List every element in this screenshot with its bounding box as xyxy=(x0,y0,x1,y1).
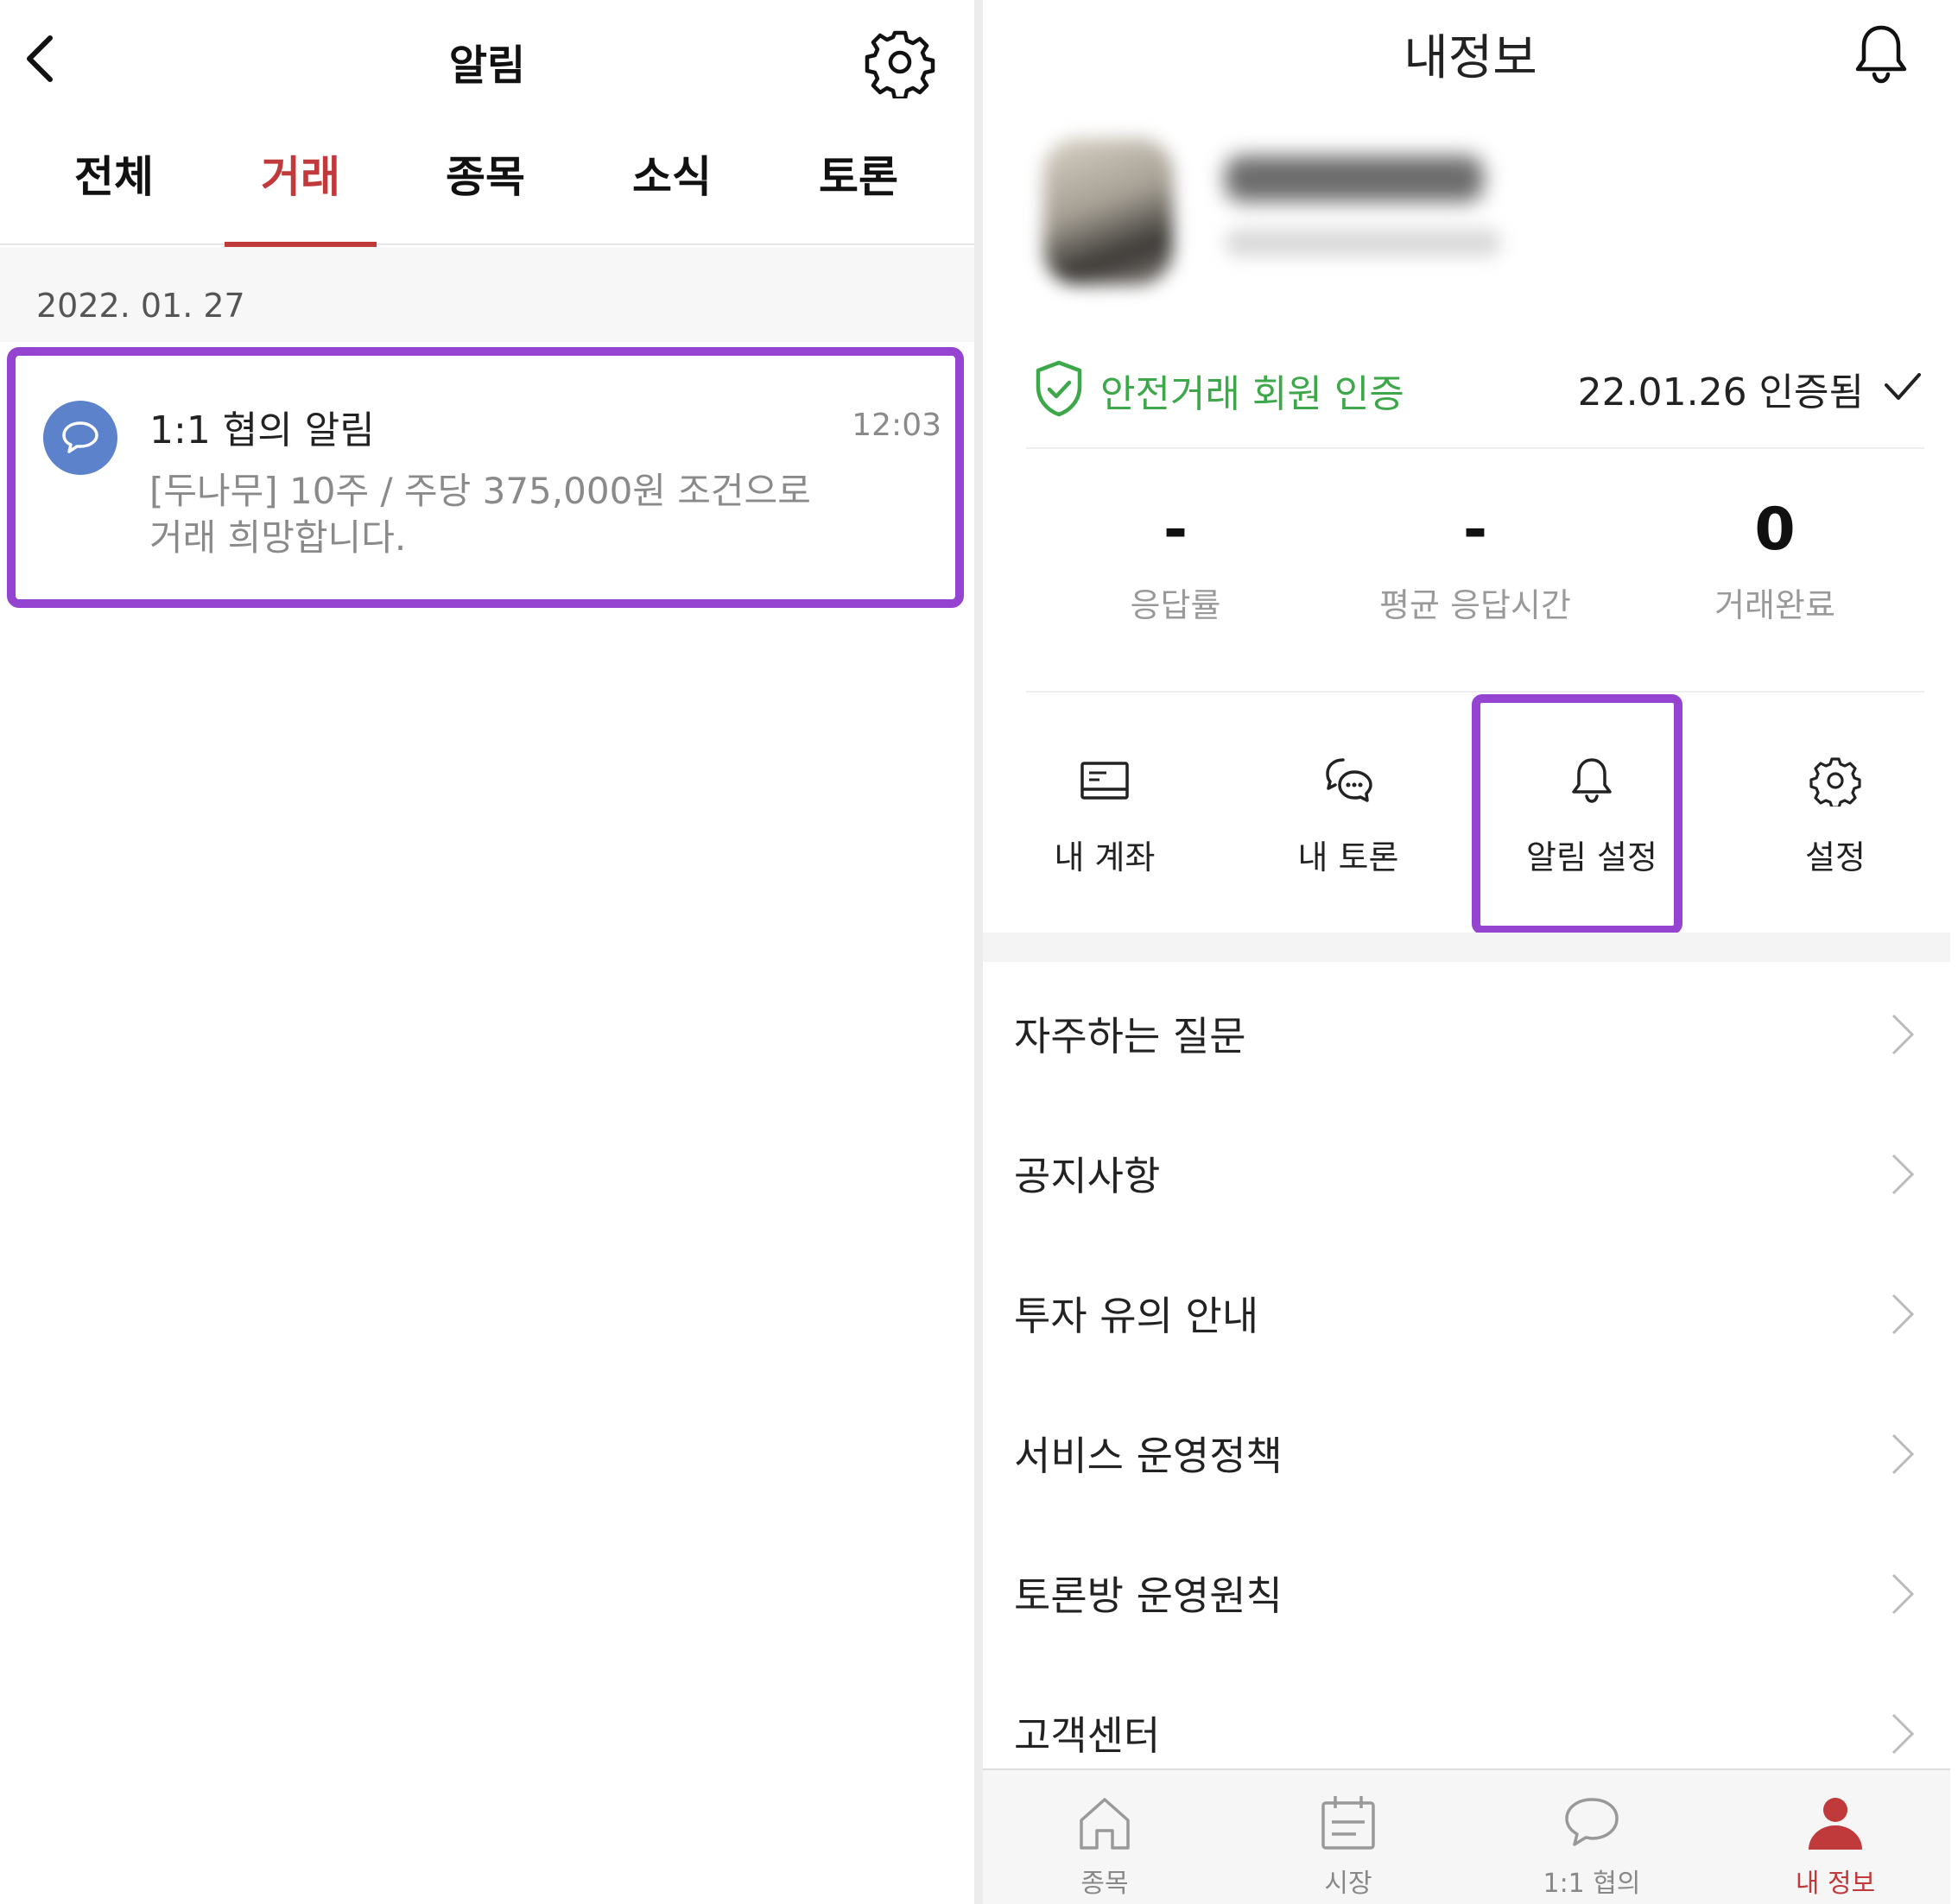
gear-icon xyxy=(1809,757,1861,807)
chevron-right-icon xyxy=(1891,1294,1915,1335)
chat-bubble-icon xyxy=(1565,1798,1619,1846)
notification-body-line: 거래 희망합니다. xyxy=(149,516,407,559)
menu-label: 공지사항 xyxy=(1014,1153,1161,1199)
settings-button[interactable]: 설정 xyxy=(1714,694,1957,933)
shortcut-label: 내 계좌 xyxy=(1054,838,1156,876)
stat-label: 거래완료 xyxy=(1714,586,1835,624)
notification-body: [두나무] 10주 / 주당 375,000원 조건으로 거래 희망합니다. xyxy=(149,468,858,561)
person-icon xyxy=(1809,1798,1862,1850)
chevron-right-icon xyxy=(1891,1573,1915,1615)
tab-label: 1:1 협의 xyxy=(1543,1869,1641,1899)
stat-value: 0 xyxy=(1754,496,1796,564)
menu-item-discussion-rules[interactable]: 토론방 운영원칙 xyxy=(983,1521,1950,1661)
tab-all[interactable]: 전체 xyxy=(36,121,192,245)
bell-icon xyxy=(1572,758,1612,803)
stat-value: - xyxy=(1462,496,1488,564)
notification-time: 12:03 xyxy=(852,408,941,443)
verification-date: 22.01.26 인증됨 xyxy=(1577,370,1864,414)
notification-avatar xyxy=(43,401,117,475)
trade-stats: - 응답률 - 평균 응답시간 0 거래완료 xyxy=(1026,466,1924,693)
calendar-icon xyxy=(1321,1796,1375,1850)
safe-trade-verification[interactable]: 안전거래 회원 인증 22.01.26 인증됨 xyxy=(1026,345,1924,449)
notification-title: 1:1 협의 알림 xyxy=(149,408,375,452)
tab-market[interactable]: 시장 xyxy=(1226,1770,1470,1904)
stat-label: 평균 응답시간 xyxy=(1379,586,1571,624)
menu-label: 고객센터 xyxy=(1014,1712,1161,1759)
menu-label: 토론방 운영원칙 xyxy=(1014,1572,1283,1619)
settings-button[interactable] xyxy=(864,26,936,101)
tab-trade[interactable]: 거래 xyxy=(223,121,378,247)
verification-label: 안전거래 회원 인증 xyxy=(1100,372,1404,416)
shortcut-label: 내 토론 xyxy=(1297,838,1399,876)
notification-tabs: 전체 거래 종목 소식 토론 xyxy=(0,121,974,247)
tab-my-info[interactable]: 내 정보 xyxy=(1714,1770,1957,1904)
menu-label: 자주하는 질문 xyxy=(1014,1013,1246,1060)
notification-settings-button[interactable]: 알림 설정 xyxy=(1470,694,1714,933)
discussion-icon xyxy=(1326,758,1372,802)
tab-stocks[interactable]: 종목 xyxy=(983,1770,1226,1904)
tab-label: 내 정보 xyxy=(1795,1869,1876,1899)
my-info-screen: 내정보 안전거래 회원 인증 22.01.26 인증됨 - 응답률 - 평균 응… xyxy=(983,0,1958,1904)
menu-item-faq[interactable]: 자주하는 질문 xyxy=(983,962,1950,1102)
notifications-screen: 알림 전체 거래 종목 소식 토론 2022. 01. 27 1:1 협의 알림… xyxy=(0,0,974,1904)
profile-subtext-blurred xyxy=(1225,229,1501,256)
bell-icon xyxy=(1855,25,1907,84)
page-title: 내정보 xyxy=(1404,30,1537,86)
shortcut-row: 내 계좌 내 토론 알림 설정 설정 xyxy=(983,694,1958,934)
menu-label: 서비스 운영정책 xyxy=(1014,1433,1283,1479)
menu-item-notices[interactable]: 공지사항 xyxy=(983,1102,1950,1242)
section-gap xyxy=(983,933,1950,962)
account-card-icon xyxy=(1080,762,1129,800)
chevron-right-icon xyxy=(1891,1433,1915,1475)
chevron-right-icon xyxy=(1891,1014,1915,1055)
menu-item-investment-notice[interactable]: 투자 유의 안내 xyxy=(983,1242,1950,1382)
stat-label: 응답률 xyxy=(1130,586,1221,624)
gear-icon xyxy=(865,30,935,101)
tab-label: 시장 xyxy=(1324,1869,1372,1899)
panel-divider xyxy=(974,0,983,1904)
tab-discussion[interactable]: 토론 xyxy=(781,121,936,245)
page-title: 알림 xyxy=(448,41,526,90)
tab-news[interactable]: 소식 xyxy=(594,121,750,245)
tab-label: 종목 xyxy=(1080,1869,1129,1899)
profile-name-blurred xyxy=(1225,155,1484,202)
notification-item[interactable]: 1:1 협의 알림 12:03 [두나무] 10주 / 주당 375,000원 … xyxy=(7,347,964,608)
bottom-tab-bar: 종목 시장 1:1 협의 내 정보 xyxy=(983,1768,1950,1904)
notification-body-line: [두나무] 10주 / 주당 375,000원 조건으로 xyxy=(149,470,811,512)
date-header: 2022. 01. 27 xyxy=(36,287,245,325)
shortcut-label: 설정 xyxy=(1805,838,1866,876)
profile-card[interactable] xyxy=(1026,121,1510,311)
shortcut-label: 알림 설정 xyxy=(1526,838,1657,876)
stat-value: - xyxy=(1163,496,1188,564)
notifications-button[interactable] xyxy=(1847,19,1916,88)
tab-stocks[interactable]: 종목 xyxy=(408,121,563,245)
notifications-header: 알림 xyxy=(0,0,974,121)
tab-one-on-one[interactable]: 1:1 협의 xyxy=(1470,1770,1714,1904)
chevron-right-icon xyxy=(1891,1713,1915,1755)
menu-item-service-policy[interactable]: 서비스 운영정책 xyxy=(983,1382,1950,1521)
avatar xyxy=(1043,138,1173,285)
home-icon xyxy=(1080,1798,1130,1850)
shield-check-icon xyxy=(1036,360,1082,417)
chat-bubble-icon xyxy=(62,421,98,453)
my-discussion-button[interactable]: 내 토론 xyxy=(1226,694,1470,933)
menu-label: 투자 유의 안내 xyxy=(1014,1293,1259,1339)
my-account-button[interactable]: 내 계좌 xyxy=(983,694,1226,933)
check-icon xyxy=(1885,373,1921,400)
chevron-right-icon xyxy=(1891,1154,1915,1195)
